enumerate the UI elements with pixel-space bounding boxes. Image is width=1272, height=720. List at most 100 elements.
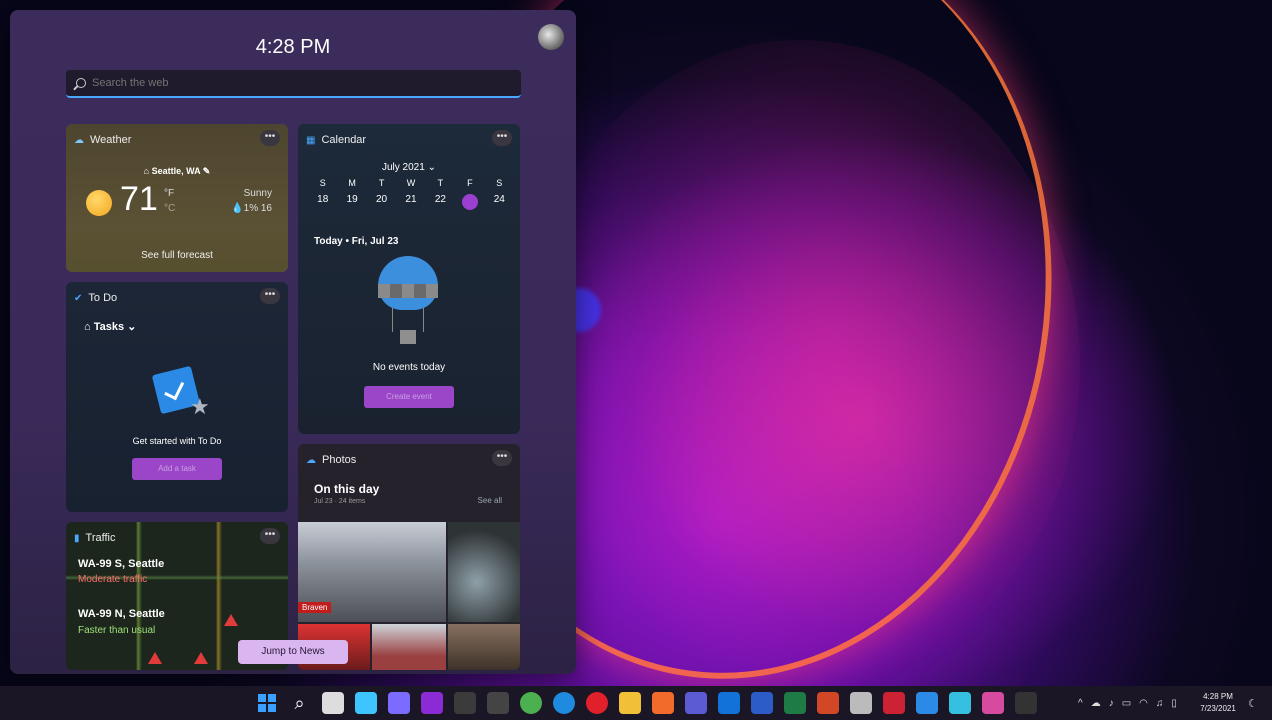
display-icon[interactable]: ▭ [1122, 698, 1131, 709]
widgets-clock: 4:28 PM [255, 36, 331, 58]
calendar-day[interactable]: 18 [308, 194, 337, 210]
weekday-label: S [496, 178, 503, 188]
chat-icon[interactable] [387, 692, 410, 714]
todo-icon[interactable] [915, 692, 938, 714]
sun-icon [86, 190, 112, 216]
weekday-label: T [378, 178, 385, 188]
photos-heading: On this day [314, 482, 380, 496]
photo-sign-text: Braven [298, 602, 332, 613]
photos-more-button[interactable]: ••• [492, 450, 512, 466]
photos-widget[interactable]: ☁ Photos ••• On this day Jul 23 · 24 ite… [298, 444, 520, 670]
app-d-icon[interactable] [882, 692, 905, 714]
app-g-icon[interactable] [1014, 692, 1037, 714]
excel-icon[interactable] [783, 692, 806, 714]
weather-title: Weather [90, 134, 132, 146]
onedrive-icon[interactable]: ☁ [1091, 698, 1101, 709]
photos-title: Photos [322, 454, 357, 466]
traffic-route-status: Faster than usual [78, 625, 156, 636]
photo-thumbnail[interactable] [372, 624, 446, 670]
microphone-icon[interactable]: ♪ [1109, 698, 1114, 709]
calendar-day[interactable]: 24 [485, 194, 514, 210]
wifi-icon[interactable]: ◠ [1139, 698, 1148, 709]
checkmark-icon: ✔ [74, 292, 83, 304]
calendar-month-selector[interactable]: July 2021 ⌄ [298, 162, 520, 173]
calendar-widget[interactable]: ▦ Calendar ••• July 2021 ⌄ S M T W T F S… [298, 124, 520, 434]
search-icon[interactable]: ⌕ [289, 692, 311, 714]
word-icon[interactable] [750, 692, 773, 714]
notification-icon[interactable]: ☾ [1248, 697, 1258, 710]
calendar-day[interactable]: 21 [396, 194, 425, 210]
opera-icon[interactable] [585, 692, 608, 714]
calendar-icon: ▦ [306, 134, 316, 146]
unit-fahrenheit[interactable]: °F [164, 186, 175, 201]
system-tray: ^ ☁ ♪ ▭ ◠ ♫ ▯ [1074, 686, 1181, 720]
see-full-forecast-link[interactable]: See full forecast [66, 250, 288, 261]
app-b-icon[interactable] [486, 692, 509, 714]
todo-empty-message: Get started with To Do [132, 436, 222, 446]
chevron-down-icon: ⌄ [427, 162, 436, 173]
traffic-light-icon: ▮ [74, 532, 80, 544]
todo-more-button[interactable]: ••• [260, 288, 280, 304]
home-icon: ⌂ [84, 321, 94, 333]
calendar-more-button[interactable]: ••• [492, 130, 512, 146]
edit-location-icon[interactable]: ✎ [203, 166, 211, 176]
web-search-box[interactable] [66, 70, 521, 98]
calendar-day-selected[interactable]: 23 [461, 194, 478, 210]
weekday-label: F [467, 178, 473, 188]
task-view-icon[interactable] [321, 692, 344, 714]
taskbar-date: 7/23/2021 [1200, 704, 1236, 713]
edge-icon[interactable] [552, 692, 575, 714]
search-input[interactable] [92, 77, 492, 89]
todo-list-selector[interactable]: ⌂ Tasks ⌄ [84, 320, 136, 333]
taskbar-time: 4:28 PM [1203, 692, 1233, 701]
app-e-icon[interactable] [948, 692, 971, 714]
add-task-button[interactable]: Add a task [132, 458, 222, 480]
app-f-icon[interactable] [981, 692, 1004, 714]
profile-avatar[interactable] [538, 24, 564, 50]
app-a-icon[interactable] [453, 692, 476, 714]
taskbar-clock[interactable]: 4:28 PM 7/23/2021 [1188, 691, 1248, 715]
teams-icon[interactable] [684, 692, 707, 714]
incident-warning-icon [224, 614, 238, 626]
unit-celsius[interactable]: °C [164, 201, 175, 216]
todo-widget[interactable]: ✔ To Do ••• ⌂ Tasks ⌄ ★ Get started with… [66, 282, 288, 512]
photo-thumbnail[interactable] [448, 624, 520, 670]
create-event-button[interactable]: Create event [364, 386, 454, 408]
home-icon: ⌂ [143, 166, 152, 176]
cloud-icon: ☁ [74, 134, 84, 146]
taskbar: ⌕ ^ ☁ ♪ ▭ ◠ ♫ ▯ 4:28 PM 7/23/2021 ☾ [0, 686, 1272, 720]
todo-title: To Do [88, 292, 118, 304]
traffic-more-button[interactable]: ••• [260, 528, 280, 544]
jump-to-news-button[interactable]: Jump to News [238, 640, 348, 664]
photo-thumbnail[interactable] [448, 522, 520, 622]
file-explorer-icon[interactable] [618, 692, 641, 714]
chrome-icon[interactable] [519, 692, 542, 714]
powerpoint-icon[interactable] [816, 692, 839, 714]
app-c-icon[interactable] [849, 692, 872, 714]
battery-icon[interactable]: ▯ [1171, 698, 1177, 709]
calendar-day[interactable]: 22 [426, 194, 455, 210]
weather-location: Seattle, WA [151, 166, 201, 176]
weather-more-button[interactable]: ••• [260, 130, 280, 146]
hot-air-balloon-illustration [378, 256, 438, 352]
weekday-label: M [348, 178, 356, 188]
weekday-label: S [319, 178, 326, 188]
widgets-icon[interactable] [354, 692, 377, 714]
onenote-icon[interactable] [420, 692, 443, 714]
start-icon[interactable] [256, 692, 278, 714]
brave-icon[interactable] [651, 692, 674, 714]
volume-icon[interactable]: ♫ [1156, 698, 1164, 709]
no-events-text: No events today [372, 362, 446, 373]
outlook-icon[interactable] [717, 692, 740, 714]
calendar-day[interactable]: 20 [367, 194, 396, 210]
weather-condition: Sunny [243, 188, 272, 199]
calendar-day[interactable]: 19 [337, 194, 366, 210]
rain-drop-icon: 💧 [231, 203, 244, 214]
calendar-week-grid: S M T W T F S 18 19 20 21 22 23 24 [308, 178, 514, 210]
chevron-up-icon[interactable]: ^ [1078, 698, 1083, 709]
traffic-route-name: WA-99 S, Seattle [78, 558, 165, 570]
photos-see-all-link[interactable]: See all [478, 496, 502, 505]
onedrive-cloud-icon: ☁ [306, 454, 316, 466]
weather-widget[interactable]: ☁ Weather ••• ⌂ Seattle, WA ✎ 71 °F °C S… [66, 124, 288, 272]
calendar-title: Calendar [321, 134, 367, 146]
